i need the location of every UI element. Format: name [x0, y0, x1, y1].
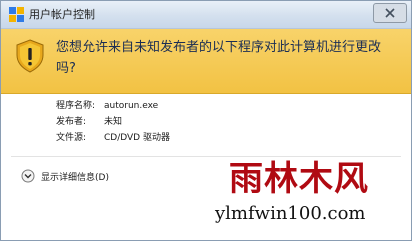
- publisher-label: 发布者:: [56, 117, 87, 127]
- uac-shield-icon: [9, 7, 24, 22]
- chevron-down-circle-icon: [21, 169, 35, 183]
- publisher-value: 未知: [104, 117, 123, 127]
- program-name-row: 程序名称: autorun.exe: [56, 98, 170, 114]
- title-bar: 用户帐户控制: [1, 1, 411, 29]
- uac-shield-warning-icon: [16, 39, 44, 73]
- permission-question: 您想允许来自未知发布者的以下程序对此计算机进行更改吗?: [56, 40, 382, 76]
- program-name-label: 程序名称:: [56, 101, 96, 111]
- close-button[interactable]: [373, 3, 407, 23]
- program-name-value: autorun.exe: [104, 101, 159, 111]
- watermark-logo-text: 雨林木风: [229, 159, 369, 199]
- watermark-url: ylmfwin100.com: [215, 203, 366, 224]
- publisher-row: 发布者: 未知: [56, 114, 170, 130]
- window-title: 用户帐户控制: [29, 8, 95, 21]
- file-source-label: 文件源:: [56, 133, 87, 143]
- uac-dialog: 用户帐户控制 您想允许来自未知发布者的以下程序对此计算机进行更改吗? 程序名称:…: [0, 0, 412, 241]
- show-details-label: 显示详细信息(D): [41, 172, 109, 183]
- file-source-value: CD/DVD 驱动器: [104, 133, 170, 143]
- show-details-toggle[interactable]: 显示详细信息(D): [21, 168, 109, 184]
- file-source-row: 文件源: CD/DVD 驱动器: [56, 130, 170, 146]
- close-icon: [385, 8, 395, 18]
- program-details: 程序名称: autorun.exe 发布者: 未知 文件源: CD/DVD 驱动器: [56, 98, 170, 146]
- warning-banner: 您想允许来自未知发布者的以下程序对此计算机进行更改吗?: [1, 29, 411, 94]
